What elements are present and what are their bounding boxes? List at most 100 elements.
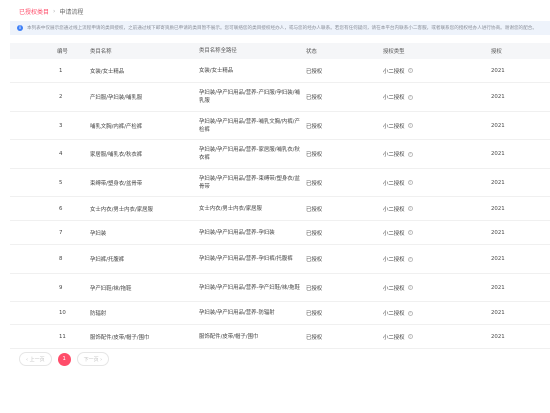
page-1-button[interactable]: 1 (57, 352, 71, 366)
cell-type-label: 小二授权 (383, 285, 405, 292)
cell-date: 2021 (491, 94, 505, 100)
cell-status: 已授权 (306, 123, 323, 130)
cell-name: 孕妇裤/托腹裤 (90, 257, 125, 263)
cell-no: 11 (59, 333, 66, 340)
cell-type: 小二授权? (383, 229, 491, 237)
cell-status: 已授权 (306, 230, 323, 237)
cell-name: 孕妇装 (90, 230, 107, 237)
cell-type-label: 小二授权 (383, 206, 405, 213)
header-type: 授权类型 (383, 49, 405, 55)
notice-banner: i 本列表中仅展示您通过线上流程申请的类目授权，之前通过线下邮寄资质已申请的类目… (10, 21, 550, 35)
cell-path: 女士内衣/男士内衣/家居服 (199, 205, 262, 212)
help-icon[interactable]: ? (407, 180, 413, 185)
cell-no: 4 (59, 151, 63, 157)
table-row: 9 孕产妇鞋/袜/拖鞋 孕妇装/孕产妇用品/营养-孕产妇鞋/袜/拖鞋 已授权 小二授权?… (10, 274, 550, 302)
cell-no: 1 (59, 67, 63, 74)
help-icon[interactable]: ? (407, 285, 413, 290)
cell-no: 5 (59, 179, 63, 186)
cell-type-label: 小二授权 (383, 334, 405, 341)
cell-no: 7 (59, 229, 63, 236)
breadcrumb-authorized[interactable]: 已授权类目 (19, 7, 49, 16)
cell-name: 哺乳文胸/内裤/产检裤 (90, 123, 143, 130)
cell-name: 服饰配件/皮带/帽子/围巾 (90, 334, 150, 341)
help-icon[interactable]: ? (407, 123, 413, 128)
notice-text: 本列表中仅展示您通过线上流程申请的类目授权，之前通过线下邮寄资质已申请的类目暂不… (27, 26, 537, 31)
table-row: 8 孕妇裤/托腹裤 孕妇装/孕产妇用品/营养-孕妇裤/托腹裤 已授权 小二授权? 2021 (10, 245, 550, 274)
cell-path: 孕妇装/孕产妇用品/营养-孕产妇鞋/袜/拖鞋 (199, 284, 300, 291)
table-header: 编号 类目名称 类目名称全路径 状态 授权类型 授权 (10, 43, 550, 59)
cell-path: 女装/女士精品 (199, 67, 234, 74)
cell-status: 已授权 (306, 152, 323, 158)
help-icon[interactable]: ? (407, 68, 413, 73)
header-date: 授权 (491, 49, 502, 55)
table-body: 1 女装/女士精品 女装/女士精品 已授权 小二授权? 2021 2 产妇服/孕妇装/哺乳服孕… (10, 59, 550, 349)
cell-path: 服饰配件/皮带/帽子/围巾 (199, 333, 259, 340)
cell-type: 小二授权? (383, 179, 491, 187)
cell-name: 束缚带/塑身衣/盆骨带 (90, 180, 143, 187)
help-icon[interactable]: ? (407, 151, 413, 157)
cell-name: 女士内衣/男士内衣/家居服 (90, 206, 153, 213)
header-no: 编号 (57, 49, 68, 55)
table-row: 1 女装/女士精品 女装/女士精品 已授权 小二授权? 2021 (10, 59, 550, 83)
cell-date: 2021 (491, 122, 505, 129)
cell-no: 8 (59, 256, 63, 262)
info-icon: i (17, 25, 23, 31)
cell-name: 孕产妇鞋/袜/拖鞋 (90, 285, 132, 292)
cell-type: 小二授权? (383, 150, 491, 158)
cell-path: 孕妇装/孕产妇用品/营养-哺乳文胸/内裤/产检裤 (199, 118, 300, 133)
next-page-button[interactable]: 下一页 › (76, 352, 110, 366)
cell-no: 3 (59, 122, 63, 129)
help-icon[interactable]: ? (407, 206, 413, 211)
cell-type: 小二授权? (383, 284, 491, 292)
header-path: 类目名称全路径 (199, 48, 237, 54)
header-status: 状态 (306, 49, 317, 55)
cell-name: 产妇服/孕妇装/哺乳服 (90, 95, 143, 101)
prev-page-button[interactable]: ‹ 上一页 (19, 352, 52, 366)
help-icon[interactable]: ? (407, 94, 413, 100)
cell-type-label: 小二授权 (383, 95, 405, 101)
cell-path: 孕妇装/孕产妇用品/营养-产妇服/孕妇装/哺乳服 (199, 90, 300, 104)
cell-name: 防辐射 (90, 311, 107, 317)
cell-date: 2021 (491, 333, 505, 340)
cell-date: 2021 (491, 205, 505, 212)
cell-type-label: 小二授权 (383, 123, 405, 130)
cell-no: 9 (59, 284, 63, 291)
cell-date: 2021 (491, 179, 505, 186)
cell-type: 小二授权? (383, 309, 491, 317)
cell-type-label: 小二授权 (383, 311, 405, 317)
cell-path: 孕妇装/孕产妇用品/营养-孕妇装 (199, 229, 275, 236)
cell-type-label: 小二授权 (383, 152, 405, 158)
cell-date: 2021 (491, 229, 505, 236)
cell-status: 已授权 (306, 206, 323, 213)
cell-path: 孕妇装/孕产妇用品/营养-防辐射 (199, 310, 275, 316)
table-row: 3 哺乳文胸/内裤/产检裤 孕妇装/孕产妇用品/营养-哺乳文胸/内裤/产检裤 已授权 小… (10, 112, 550, 140)
help-icon[interactable]: ? (407, 310, 413, 316)
help-icon[interactable]: ? (407, 230, 413, 235)
cell-status: 已授权 (306, 311, 323, 317)
help-icon[interactable]: ? (407, 334, 413, 339)
cell-type: 小二授权? (383, 67, 491, 75)
table-row: 6 女士内衣/男士内衣/家居服 女士内衣/男士内衣/家居服 已授权 小二授权? 2021 (10, 197, 550, 221)
table-row: 2 产妇服/孕妇装/哺乳服 孕妇装/孕产妇用品/营养-产妇服/孕妇装/哺乳服 已授权 小… (10, 83, 550, 112)
breadcrumb-apply-process[interactable]: 申请流程 (59, 7, 83, 16)
cell-status: 已授权 (306, 285, 323, 292)
table-row: 4 家居服/哺乳衣/秋衣裤 孕妇装/孕产妇用品/营养-家居服/哺乳衣/秋衣裤 已授权 小… (10, 140, 550, 169)
cell-type-label: 小二授权 (383, 257, 405, 263)
breadcrumb-separator: › (53, 7, 56, 15)
cell-status: 已授权 (306, 95, 323, 101)
cell-type: 小二授权? (383, 205, 491, 213)
cell-date: 2021 (491, 256, 505, 262)
help-icon[interactable]: ? (407, 256, 413, 262)
table-row: 11 服饰配件/皮带/帽子/围巾 服饰配件/皮带/帽子/围巾 已授权 小二授权? 2021 (10, 325, 550, 349)
cell-name: 女装/女士精品 (90, 68, 125, 75)
breadcrumb: 已授权类目 › 申请流程 (19, 6, 83, 16)
cell-no: 10 (59, 310, 66, 316)
cell-type-label: 小二授权 (383, 180, 405, 187)
cell-type: 小二授权? (383, 122, 491, 130)
header-name: 类目名称 (90, 49, 112, 55)
cell-date: 2021 (491, 151, 505, 157)
table-row: 7 孕妇装 孕妇装/孕产妇用品/营养-孕妇装 已授权 小二授权? 2021 (10, 221, 550, 245)
category-table: 编号 类目名称 类目名称全路径 状态 授权类型 授权 1 女装/女士精品 女装/女士… (10, 43, 550, 349)
cell-type-label: 小二授权 (383, 230, 405, 237)
cell-path: 孕妇装/孕产妇用品/营养-束缚带/塑身衣/盆骨带 (199, 175, 300, 190)
